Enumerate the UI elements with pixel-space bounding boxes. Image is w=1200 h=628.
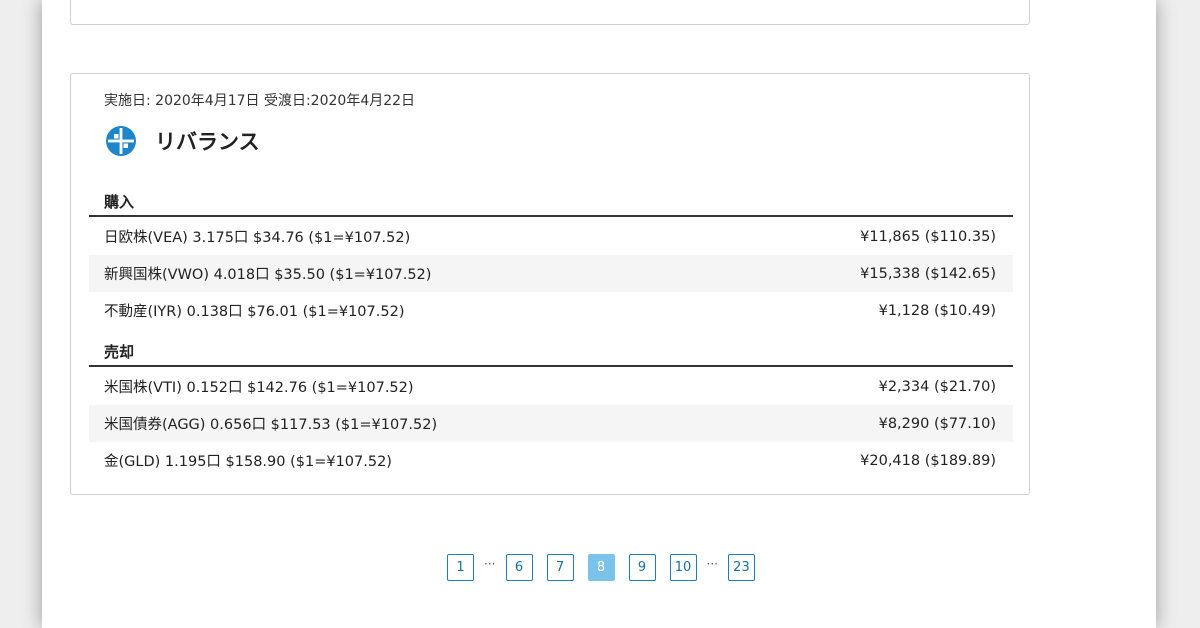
page-link-10[interactable]: 10	[669, 554, 697, 581]
page-link-9[interactable]: 9	[628, 554, 656, 581]
row-description: 日欧株(VEA) 3.175口 $34.76 ($1=¥107.52)	[104, 230, 411, 246]
buy-section-label: 購入	[104, 193, 135, 211]
page-link-7[interactable]: 7	[546, 554, 574, 581]
rebalance-circle-icon	[105, 125, 137, 157]
row-amount: ¥20,418 ($189.89)	[860, 452, 996, 469]
trade-dates: 実施日: 2020年4月17日 受渡日:2020年4月22日	[104, 93, 416, 109]
sell-row-agg: 米国債券(AGG) 0.656口 $117.53 ($1=¥107.52) ¥8…	[89, 405, 1013, 442]
card-title: リバランス	[155, 130, 260, 154]
sell-section-label: 売却	[104, 343, 135, 361]
row-description: 不動産(IYR) 0.138口 $76.01 ($1=¥107.52)	[104, 304, 405, 320]
pagination-ellipsis: ···	[706, 556, 718, 571]
buy-row-vea: 日欧株(VEA) 3.175口 $34.76 ($1=¥107.52) ¥11,…	[89, 218, 1013, 255]
row-amount: ¥2,334 ($21.70)	[878, 378, 996, 395]
row-description: 米国債券(AGG) 0.656口 $117.53 ($1=¥107.52)	[104, 417, 438, 433]
rebalance-card: 実施日: 2020年4月17日 受渡日:2020年4月22日 リバランス 購入 …	[70, 73, 1030, 495]
row-description: 金(GLD) 1.195口 $158.90 ($1=¥107.52)	[104, 454, 392, 470]
page-link-23[interactable]: 23	[727, 554, 755, 581]
row-description: 米国株(VTI) 0.152口 $142.76 ($1=¥107.52)	[104, 380, 414, 396]
buy-section-divider	[89, 215, 1013, 217]
sell-row-gld: 金(GLD) 1.195口 $158.90 ($1=¥107.52) ¥20,4…	[89, 442, 1013, 479]
row-amount: ¥15,338 ($142.65)	[860, 265, 996, 282]
row-amount: ¥11,865 ($110.35)	[860, 228, 996, 245]
row-amount: ¥1,128 ($10.49)	[878, 302, 996, 319]
pagination-ellipsis: ···	[484, 556, 496, 571]
previous-history-card	[70, 0, 1030, 25]
sell-section-divider	[89, 365, 1013, 367]
sell-row-vti: 米国株(VTI) 0.152口 $142.76 ($1=¥107.52) ¥2,…	[89, 368, 1013, 405]
card-header: リバランス	[105, 124, 260, 158]
page-link-8-current[interactable]: 8	[587, 554, 615, 581]
page-link-6[interactable]: 6	[505, 554, 533, 581]
buy-row-iyr: 不動産(IYR) 0.138口 $76.01 ($1=¥107.52) ¥1,1…	[89, 292, 1013, 329]
buy-row-vwo: 新興国株(VWO) 4.018口 $35.50 ($1=¥107.52) ¥15…	[89, 255, 1013, 292]
row-description: 新興国株(VWO) 4.018口 $35.50 ($1=¥107.52)	[104, 267, 432, 283]
row-amount: ¥8,290 ($77.10)	[878, 415, 996, 432]
pagination: 1 ··· 6 7 8 9 10 ··· 23	[0, 554, 1200, 581]
page-link-1[interactable]: 1	[447, 554, 475, 581]
